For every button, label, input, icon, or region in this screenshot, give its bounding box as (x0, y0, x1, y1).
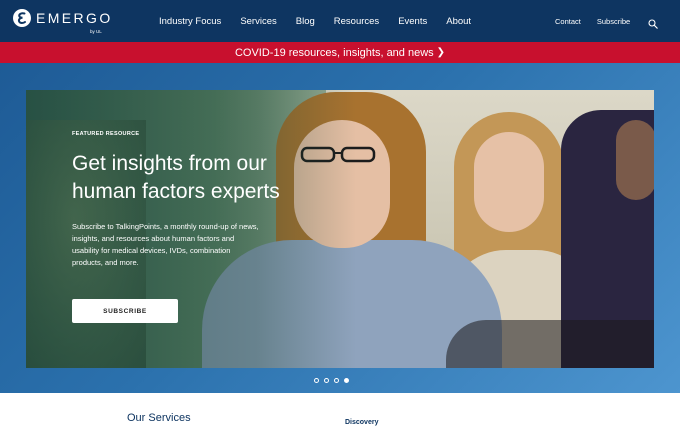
chevron-right-icon: ❯ (436, 47, 446, 58)
emergo-logo[interactable]: EMERGO (13, 9, 113, 27)
hero-eyebrow: FEATURED RESOURCE (72, 131, 140, 137)
section-title: Our Services (127, 412, 191, 424)
carousel-dot-3[interactable] (334, 378, 339, 383)
site-header: EMERGO by UL Industry Focus Services Blo… (0, 0, 680, 42)
nav-contact[interactable]: Contact (555, 17, 581, 26)
hero-title: Get insights from our human factors expe… (72, 152, 280, 203)
utility-nav: Contact Subscribe (555, 0, 646, 42)
carousel-dots (314, 378, 354, 383)
nav-about[interactable]: About (446, 16, 471, 27)
service-heading-discovery[interactable]: Discovery (345, 419, 378, 426)
main-nav: Industry Focus Services Blog Resources E… (159, 0, 490, 42)
carousel-dot-2[interactable] (324, 378, 329, 383)
nav-resources[interactable]: Resources (334, 16, 379, 27)
hero-description: Subscribe to TalkingPoints, a monthly ro… (72, 222, 259, 267)
search-icon[interactable] (648, 16, 658, 29)
carousel-dot-1[interactable] (314, 378, 319, 383)
covid-banner-link[interactable]: COVID-19 resources, insights, and news ❯ (0, 42, 680, 63)
logo-wordmark: EMERGO (36, 10, 113, 26)
nav-events[interactable]: Events (398, 16, 427, 27)
logo-subtitle: by UL (90, 29, 102, 34)
nav-industry-focus[interactable]: Industry Focus (159, 16, 221, 27)
subscribe-button[interactable]: SUBSCRIBE (72, 299, 178, 323)
logo-mark-icon (13, 9, 31, 27)
carousel-dot-4[interactable] (344, 378, 349, 383)
nav-subscribe[interactable]: Subscribe (597, 17, 630, 26)
nav-blog[interactable]: Blog (296, 16, 315, 27)
nav-services[interactable]: Services (240, 16, 276, 27)
covid-banner-text: COVID-19 resources, insights, and news (234, 46, 434, 59)
